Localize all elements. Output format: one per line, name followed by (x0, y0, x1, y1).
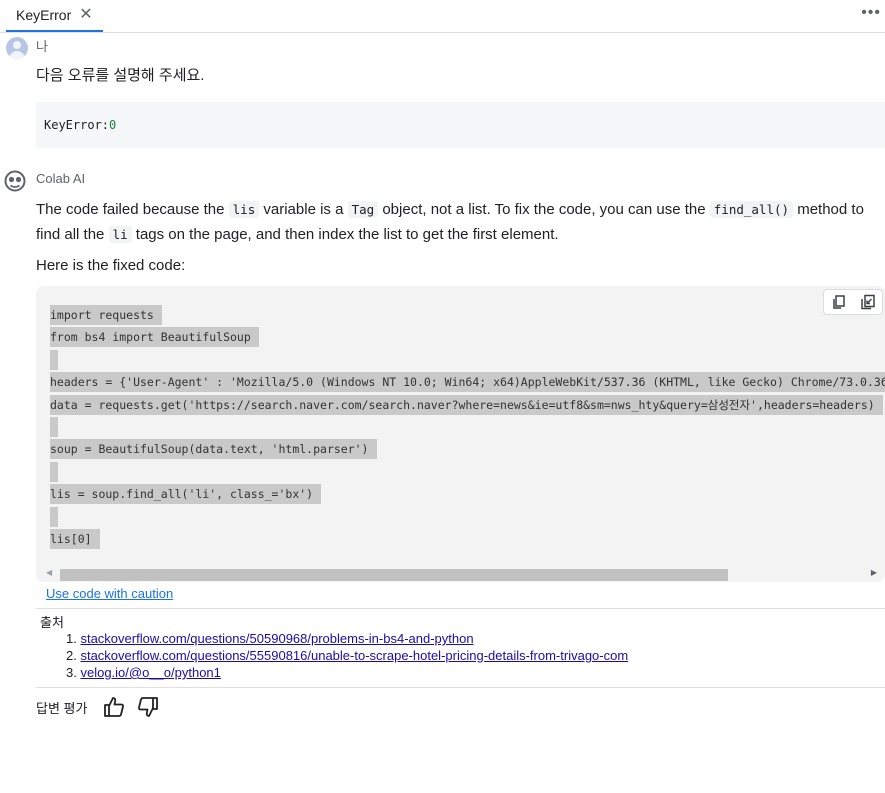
horizontal-scrollbar[interactable]: ◀ ▶ (36, 568, 885, 582)
ai-name: Colab AI (36, 171, 86, 186)
rating-label: 답변 평가 (36, 700, 88, 716)
insert-code-icon[interactable] (860, 294, 876, 310)
code-line (50, 349, 885, 371)
code-line: lis = soup.find_all('li', class_='bx') (50, 483, 885, 505)
code-line (50, 506, 885, 528)
close-icon[interactable]: ✕ (79, 7, 92, 23)
text-segment: variable is a (259, 201, 348, 218)
code-line: import requests (50, 304, 885, 326)
more-horiz-icon[interactable]: ••• (861, 4, 881, 22)
thumbs-up-button[interactable] (101, 694, 127, 720)
list-item: 2. stackoverflow.com/questions/55590816/… (66, 647, 628, 664)
thumbs-down-button[interactable] (135, 694, 161, 720)
copy-icon[interactable] (831, 294, 847, 310)
code-line (50, 461, 885, 483)
code-line: from bs4 import BeautifulSoup (50, 326, 885, 348)
scroll-left-icon[interactable]: ◀ (46, 568, 52, 577)
code-line: headers = {'User-Agent' : 'Mozilla/5.0 (… (50, 371, 885, 393)
user-name: 나 (36, 39, 48, 54)
user-message: 다음 오류를 설명해 주세요. (36, 67, 205, 84)
fixed-code-intro: Here is the fixed code: (36, 257, 186, 274)
thumbs-down-icon (138, 697, 159, 717)
error-value: 0 (109, 118, 117, 132)
inline-code: lis (228, 201, 260, 218)
code-line: data = requests.get('https://search.nave… (50, 394, 885, 416)
source-link[interactable]: stackoverflow.com/questions/55590816/una… (80, 648, 628, 663)
sources-section: 출처 1. stackoverflow.com/questions/505909… (36, 608, 885, 688)
ai-explanation: The code failed because the lis variable… (36, 197, 881, 247)
source-link[interactable]: stackoverflow.com/questions/50590968/pro… (80, 631, 473, 646)
source-number: 2. (66, 648, 77, 663)
error-name: KeyError (44, 118, 102, 132)
code-lines: import requests from bs4 import Beautifu… (50, 304, 885, 550)
user-avatar-icon (6, 37, 28, 59)
list-item: 1. stackoverflow.com/questions/50590968/… (66, 630, 628, 647)
text-segment: object, not a list. To fix the code, you… (378, 201, 710, 218)
thumbs-up-icon (104, 697, 125, 717)
list-item: 3. velog.io/@o__o/python1 (66, 664, 628, 681)
use-code-with-caution-link[interactable]: Use code with caution (46, 586, 173, 601)
tab-label: KeyError (16, 7, 72, 23)
tab-keyerror[interactable]: KeyError ✕ (6, 0, 103, 32)
source-number: 1. (66, 631, 77, 646)
sources-title: 출처 (40, 615, 64, 630)
colab-ai-icon (4, 170, 26, 192)
sources-list: 1. stackoverflow.com/questions/50590968/… (66, 630, 628, 681)
error-output: KeyError: 0 (36, 102, 885, 148)
scroll-right-icon[interactable]: ▶ (871, 568, 877, 577)
code-line: lis[0] (50, 528, 885, 550)
inline-code: Tag (347, 201, 379, 218)
code-line: soup = BeautifulSoup(data.text, 'html.pa… (50, 438, 885, 460)
rating-bar: 답변 평가 (36, 694, 169, 720)
inline-code: li (108, 226, 132, 243)
tab-bar: KeyError ✕ ••• (0, 0, 885, 33)
code-line (50, 416, 885, 438)
text-segment: The code failed because the (36, 201, 229, 218)
code-toolbar (823, 289, 883, 315)
scrollbar-thumb[interactable] (60, 569, 728, 581)
inline-code: find_all() (709, 201, 794, 218)
code-block[interactable]: import requests from bs4 import Beautifu… (36, 286, 885, 582)
source-link[interactable]: velog.io/@o__o/python1 (80, 665, 220, 680)
source-number: 3. (66, 665, 77, 680)
text-segment: tags on the page, and then index the lis… (131, 226, 559, 243)
error-separator: : (101, 118, 110, 132)
